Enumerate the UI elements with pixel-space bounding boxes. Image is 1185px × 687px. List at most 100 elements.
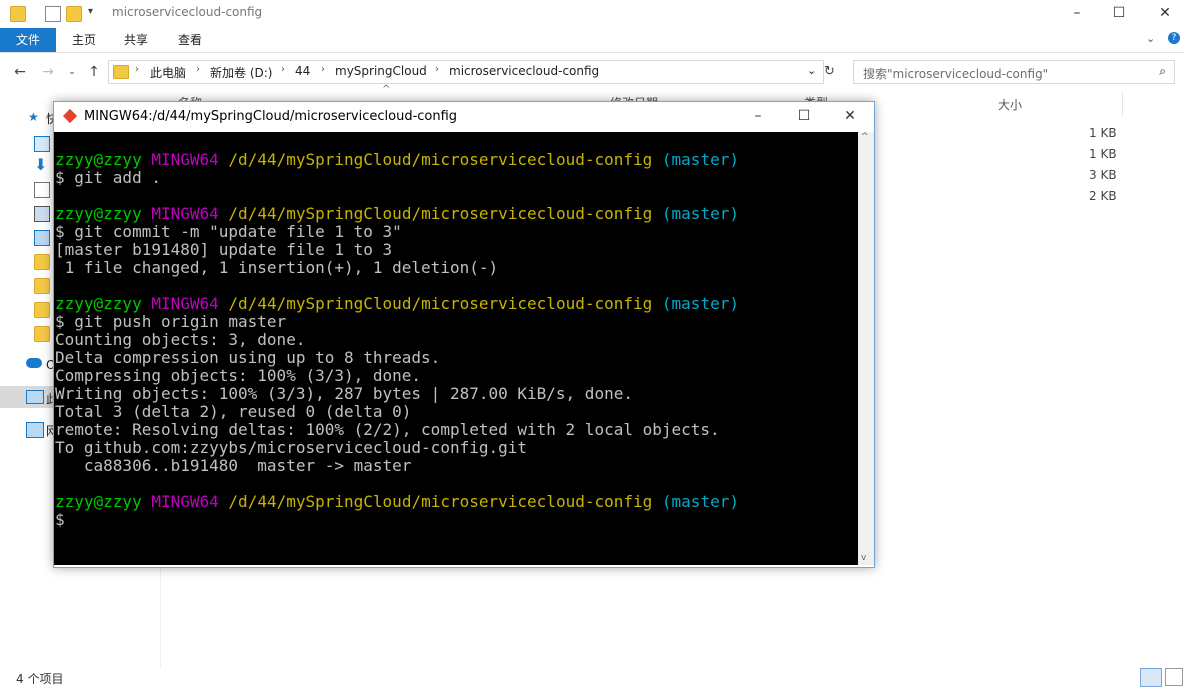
picture-icon[interactable] — [34, 206, 50, 222]
prompt-branch: (master) — [661, 150, 739, 169]
sort-up-icon: ^ — [382, 84, 391, 95]
this-pc-icon — [26, 390, 44, 404]
onedrive-icon[interactable] — [26, 358, 42, 368]
properties-icon[interactable] — [45, 6, 61, 22]
git-icon — [62, 108, 78, 124]
prompt-user: zzyy@zzyy — [55, 492, 142, 511]
chevron-right-icon[interactable]: › — [196, 64, 200, 75]
chevron-right-icon[interactable]: › — [435, 64, 439, 75]
folder-icon[interactable] — [34, 302, 50, 318]
breadcrumb-this-pc[interactable]: 此电脑 — [150, 64, 186, 81]
terminal-line: Total 3 (delta 2), reused 0 (delta 0) — [55, 402, 412, 421]
file-size: 1 KB — [1089, 147, 1117, 161]
tab-file[interactable]: 文件 — [0, 28, 56, 52]
scroll-up-icon[interactable]: ^ — [861, 132, 869, 142]
terminal-line: $ git add . — [55, 168, 161, 187]
tab-share[interactable]: 共享 — [112, 28, 160, 52]
prompt-host: MINGW64 — [151, 150, 219, 169]
up-button[interactable]: ↑ — [84, 62, 104, 82]
terminal-input-line[interactable]: $ — [55, 511, 65, 529]
document-icon[interactable] — [34, 182, 50, 198]
ribbon-expand-icon[interactable]: ⌄ — [1146, 32, 1155, 45]
prompt-user: zzyy@zzyy — [55, 150, 142, 169]
terminal-titlebar[interactable]: MINGW64:/d/44/mySpringCloud/microservice… — [54, 102, 874, 132]
prompt-path: /d/44/mySpringCloud/microservicecloud-co… — [228, 204, 653, 223]
status-bar: 4 个项目 — [0, 667, 1185, 687]
prompt-path: /d/44/mySpringCloud/microservicecloud-co… — [228, 150, 653, 169]
breadcrumb-44[interactable]: 44 — [295, 64, 310, 78]
file-size: 2 KB — [1089, 189, 1117, 203]
breadcrumb-config[interactable]: microservicecloud-config — [449, 64, 599, 78]
chevron-right-icon[interactable]: › — [281, 64, 285, 75]
explorer-titlebar: ▾ microservicecloud-config – ☐ ✕ — [0, 0, 1185, 28]
terminal-minimize-button[interactable]: – — [735, 102, 781, 132]
prompt-branch: (master) — [661, 204, 739, 223]
breadcrumb-myspringcloud[interactable]: mySpringCloud — [335, 64, 427, 78]
minimize-button[interactable]: – — [1054, 0, 1100, 28]
address-dropdown-icon[interactable]: ⌄ — [807, 64, 816, 77]
search-input[interactable]: 搜索"microservicecloud-config" ⌕ — [853, 60, 1175, 84]
large-icons-view-icon[interactable] — [1165, 668, 1183, 686]
download-icon[interactable]: ⬇ — [34, 157, 48, 173]
terminal-line: To github.com:zzyybs/microservicecloud-c… — [55, 438, 528, 457]
details-view-icon[interactable] — [1140, 668, 1162, 687]
new-folder-icon[interactable] — [66, 6, 82, 22]
terminal-line: $ git commit -m "update file 1 to 3" — [55, 222, 402, 241]
prompt-branch: (master) — [661, 492, 739, 511]
prompt-line: zzyy@zzyy MINGW64 /d/44/mySpringCloud/mi… — [55, 493, 739, 511]
file-size: 3 KB — [1089, 168, 1117, 182]
terminal-line: Writing objects: 100% (3/3), 287 bytes |… — [55, 384, 633, 403]
back-button[interactable]: ← — [10, 62, 30, 82]
terminal-line: Counting objects: 3, done. — [55, 330, 306, 349]
prompt-line: zzyy@zzyy MINGW64 /d/44/mySpringCloud/mi… — [55, 295, 739, 313]
window-title: microservicecloud-config — [112, 5, 263, 19]
close-button[interactable]: ✕ — [1142, 0, 1185, 28]
folder-icon — [113, 65, 129, 79]
terminal-window[interactable]: MINGW64:/d/44/mySpringCloud/microservice… — [53, 101, 875, 568]
tab-view[interactable]: 查看 — [166, 28, 214, 52]
address-bar[interactable]: › 此电脑 › 新加卷 (D:) › 44 › mySpringCloud › … — [108, 60, 824, 84]
chevron-right-icon[interactable]: › — [321, 64, 325, 75]
terminal-line: $ git push origin master — [55, 312, 287, 331]
desktop-icon[interactable] — [34, 136, 50, 152]
folder-icon[interactable] — [34, 254, 50, 270]
prompt-user: zzyy@zzyy — [55, 204, 142, 223]
address-row: ← → ⌄ ↑ › 此电脑 › 新加卷 (D:) › 44 › mySpring… — [0, 56, 1185, 88]
terminal-output[interactable]: zzyy@zzyy MINGW64 /d/44/mySpringCloud/mi… — [54, 132, 858, 565]
star-icon: ★ — [28, 110, 39, 124]
folder-icon[interactable] — [34, 278, 50, 294]
column-divider[interactable] — [1122, 92, 1123, 116]
column-size[interactable]: 大小 — [998, 96, 1022, 113]
terminal-line: ca88306..b191480 master -> master — [55, 456, 412, 475]
terminal-maximize-button[interactable]: ☐ — [781, 102, 827, 132]
scroll-down-icon[interactable]: v — [861, 553, 866, 563]
prompt-path: /d/44/mySpringCloud/microservicecloud-co… — [228, 294, 653, 313]
help-icon[interactable]: ? — [1168, 32, 1180, 44]
folder-icon[interactable] — [34, 326, 50, 342]
folder-icon — [10, 6, 26, 22]
forward-button[interactable]: → — [38, 62, 58, 82]
prompt-host: MINGW64 — [151, 204, 219, 223]
search-icon[interactable]: ⌕ — [1159, 64, 1166, 79]
prompt-host: MINGW64 — [151, 294, 219, 313]
prompt-line: zzyy@zzyy MINGW64 /d/44/mySpringCloud/mi… — [55, 205, 739, 223]
network-icon[interactable] — [26, 422, 44, 438]
prompt-user: zzyy@zzyy — [55, 294, 142, 313]
terminal-line: 1 file changed, 1 insertion(+), 1 deleti… — [55, 258, 499, 277]
terminal-line: [master b191480] update file 1 to 3 — [55, 240, 393, 259]
terminal-close-button[interactable]: ✕ — [827, 102, 873, 132]
chevron-right-icon[interactable]: › — [135, 64, 139, 75]
file-size: 1 KB — [1089, 126, 1117, 140]
terminal-scrollbar[interactable]: ^ v — [858, 132, 874, 565]
monitor-icon[interactable] — [34, 230, 50, 246]
refresh-icon[interactable]: ↻ — [824, 64, 835, 79]
breadcrumb-drive[interactable]: 新加卷 (D:) — [210, 64, 272, 81]
tab-home[interactable]: 主页 — [60, 28, 108, 52]
customize-qa-icon[interactable]: ▾ — [88, 6, 93, 17]
prompt-host: MINGW64 — [151, 492, 219, 511]
terminal-line: Compressing objects: 100% (3/3), done. — [55, 366, 422, 385]
prompt-path: /d/44/mySpringCloud/microservicecloud-co… — [228, 492, 653, 511]
terminal-line: remote: Resolving deltas: 100% (2/2), co… — [55, 420, 720, 439]
maximize-button[interactable]: ☐ — [1096, 0, 1142, 28]
recent-locations-button[interactable]: ⌄ — [62, 62, 82, 82]
